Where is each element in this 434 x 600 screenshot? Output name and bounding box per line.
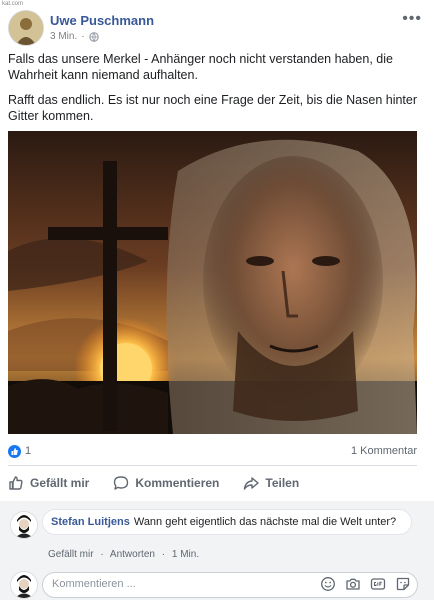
commenter-avatar[interactable] — [10, 511, 38, 539]
comment-author[interactable]: Stefan Luitjens — [51, 516, 130, 528]
post-options-button[interactable]: ••• — [402, 10, 422, 28]
post-paragraph-2: Rafft das endlich. Es ist nur noch eine … — [8, 93, 418, 123]
comment-input-tools — [320, 576, 411, 592]
post-body: Falls das unsere Merkel - Anhänger noch … — [8, 51, 418, 133]
post-photo[interactable] — [8, 131, 417, 434]
comment-count[interactable]: 1 Kommentar — [351, 445, 417, 457]
comment-input[interactable]: Kommentieren ... — [42, 572, 418, 598]
globe-icon — [88, 31, 99, 42]
comment-bubble: Stefan Luitjens Wann geht eigentlich das … — [42, 509, 412, 535]
meta-separator: · — [81, 31, 85, 42]
gif-icon[interactable] — [370, 576, 386, 592]
comment-like-link[interactable]: Gefällt mir — [48, 549, 94, 560]
share-button[interactable]: Teilen — [243, 470, 299, 496]
share-icon — [244, 477, 260, 490]
current-user-avatar[interactable] — [10, 571, 38, 599]
post-stats: 1 1 Kommentar — [8, 443, 417, 461]
comment-button[interactable]: Kommentieren — [113, 470, 219, 496]
comment-input-placeholder: Kommentieren ... — [52, 578, 136, 590]
post-author-name[interactable]: Uwe Puschmann — [50, 13, 154, 28]
like-button[interactable]: Gefällt mir — [8, 470, 89, 496]
comments-section: Stefan Luitjens Wann geht eigentlich das … — [0, 501, 434, 600]
comment-text: Wann geht eigentlich das nächste mal die… — [133, 516, 397, 528]
comment-icon — [114, 476, 129, 490]
post-time[interactable]: 3 Min. — [50, 31, 77, 42]
like-reaction-icon[interactable] — [8, 445, 21, 458]
comment-dot: · — [100, 549, 104, 560]
like-icon — [9, 476, 23, 490]
like-button-label: Gefällt mir — [30, 476, 90, 490]
comment-dot: · — [161, 549, 166, 560]
post-meta: 3 Min. · — [50, 31, 99, 42]
emoji-icon[interactable] — [320, 576, 336, 592]
camera-icon[interactable] — [345, 576, 361, 592]
comment-reply-link[interactable]: Antworten — [110, 549, 155, 560]
post-actions: Gefällt mir Kommentieren Teilen — [8, 470, 417, 496]
watermark: kat.com — [2, 1, 24, 7]
author-avatar[interactable] — [8, 10, 44, 46]
post-header: Uwe Puschmann 3 Min. · ••• — [8, 8, 428, 46]
like-count[interactable]: 1 — [25, 445, 31, 457]
sticker-icon[interactable] — [395, 576, 411, 592]
post-paragraph-1: Falls das unsere Merkel - Anhänger noch … — [8, 52, 393, 82]
divider — [8, 465, 417, 466]
share-button-label: Teilen — [265, 476, 300, 490]
comment-button-label: Kommentieren — [135, 476, 220, 490]
comment-actions: Gefällt mir · Antworten · 1 Min. — [48, 549, 203, 560]
comment-time[interactable]: 1 Min. — [172, 549, 199, 560]
